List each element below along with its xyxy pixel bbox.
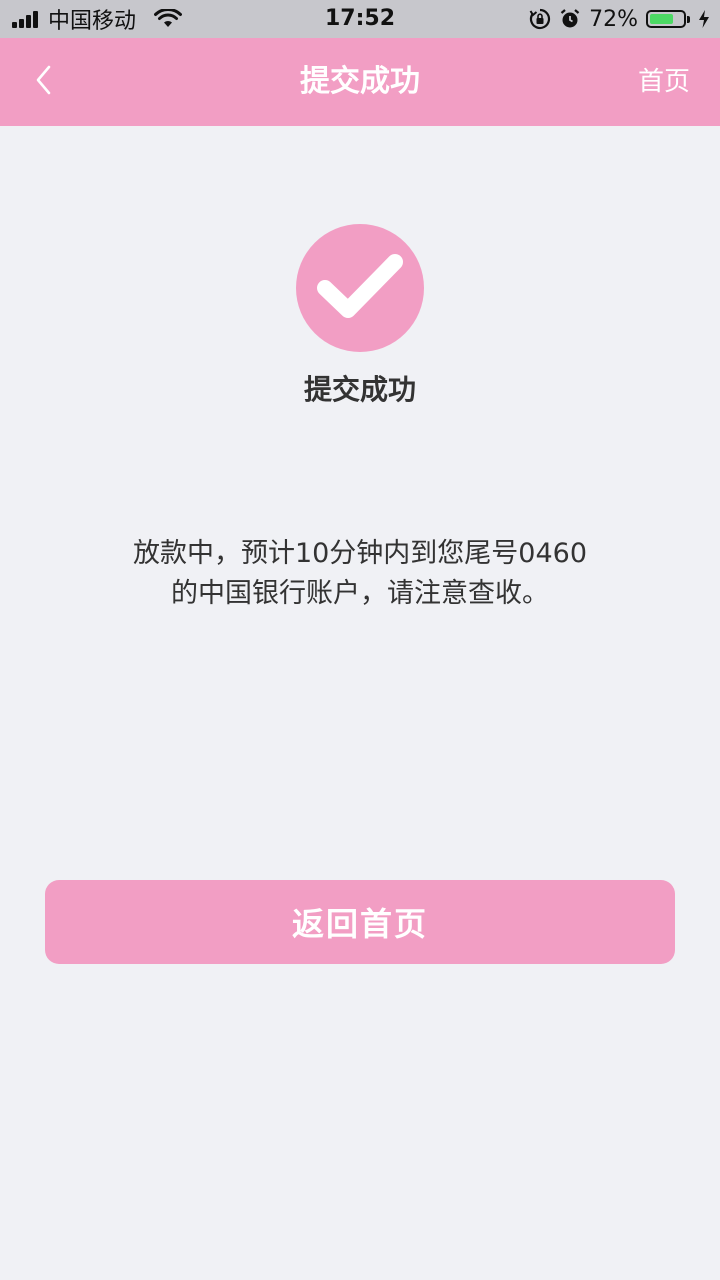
check-icon xyxy=(315,248,405,328)
success-title: 提交成功 xyxy=(303,373,416,406)
status-left: 中国移动 xyxy=(12,0,183,38)
status-bar: 中国移动 17:52 72% xyxy=(0,0,720,38)
carrier-name: 中国移动 xyxy=(48,9,137,34)
page-title: 提交成功 xyxy=(300,64,420,99)
message-line-1: 放款中，预计10分钟内到您尾号0460 xyxy=(132,538,588,569)
chevron-left-icon xyxy=(34,64,54,100)
signal-strength-icon xyxy=(12,10,40,28)
orientation-lock-icon xyxy=(529,8,551,30)
home-link[interactable]: 首页 xyxy=(638,38,690,126)
nav-bar: 提交成功 首页 xyxy=(0,38,720,126)
return-home-button[interactable]: 返回首页 xyxy=(45,880,675,964)
charging-bolt-icon xyxy=(698,9,710,29)
status-right: 72% xyxy=(521,0,710,38)
battery-icon xyxy=(646,10,690,28)
battery-fill xyxy=(650,14,674,24)
disbursement-message: 放款中，预计10分钟内到您尾号0460 的中国银行账户，请注意查收。 xyxy=(60,534,660,614)
alarm-clock-icon xyxy=(559,8,581,30)
success-badge xyxy=(296,224,424,352)
back-button[interactable] xyxy=(22,60,66,104)
message-line-2: 的中国银行账户，请注意查收。 xyxy=(171,578,549,609)
wifi-icon xyxy=(154,9,183,29)
battery-percentage: 72% xyxy=(589,6,638,32)
